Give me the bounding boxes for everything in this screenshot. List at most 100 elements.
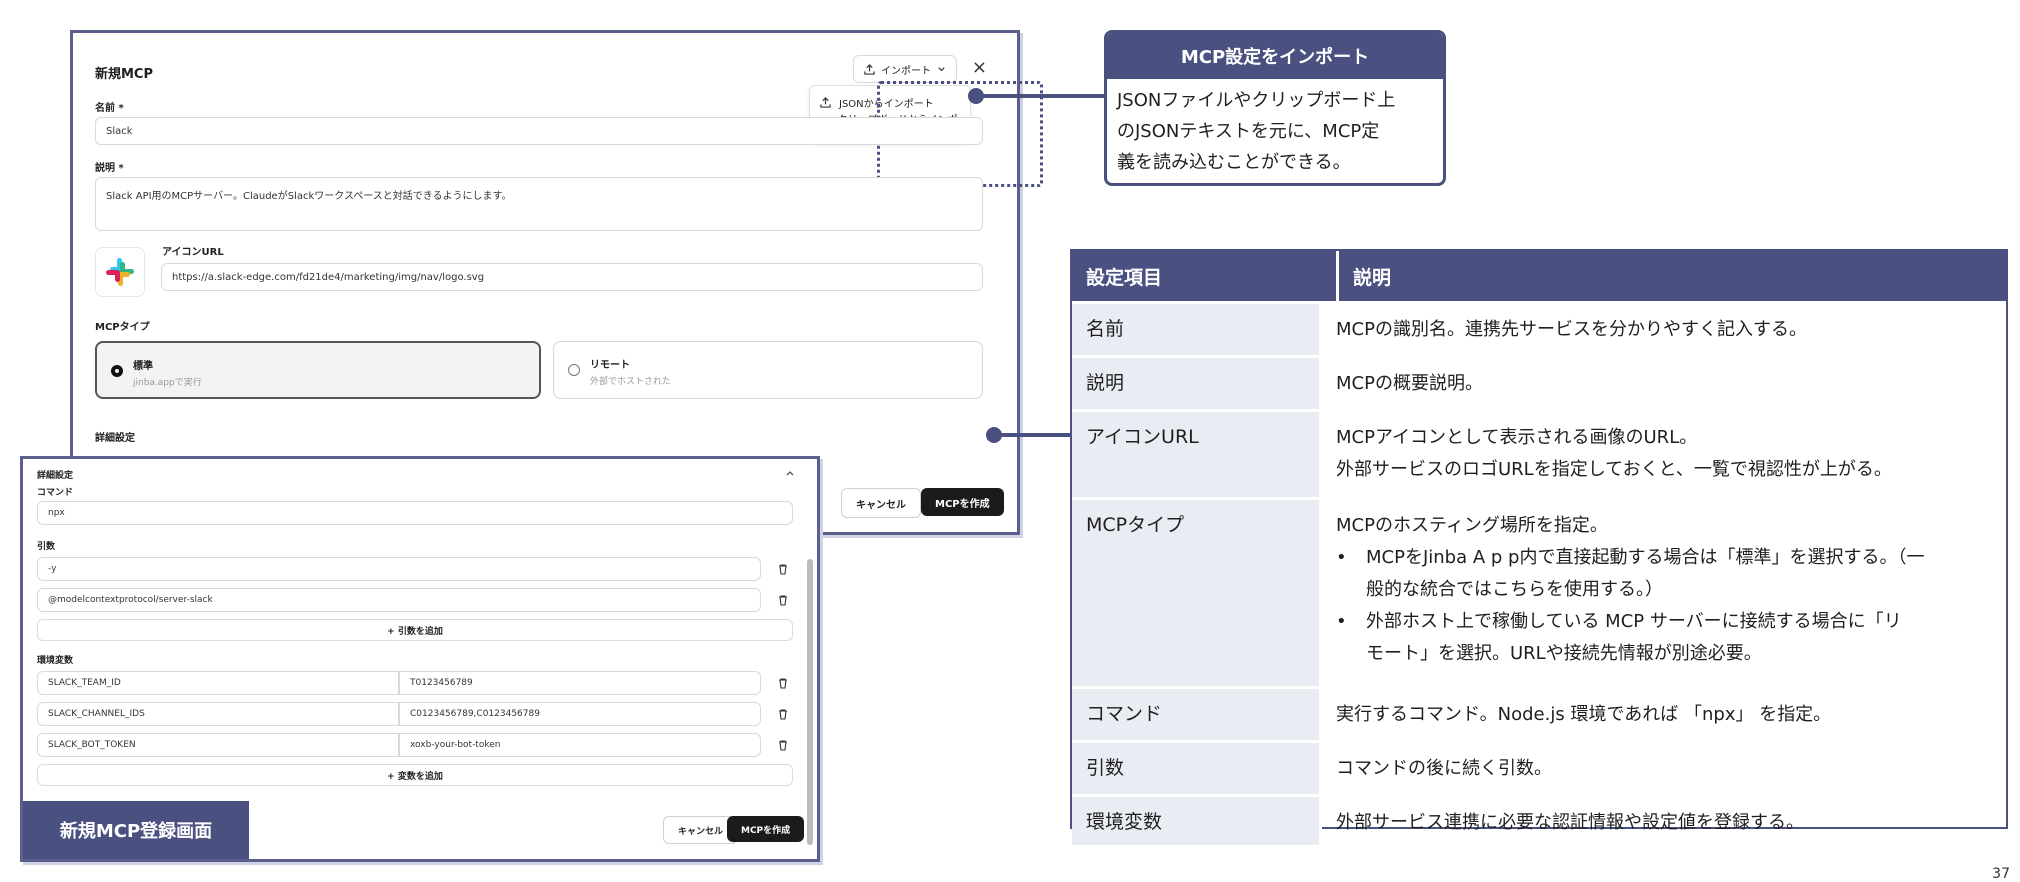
page-number: 37 (1992, 866, 2010, 882)
mcp-type-remote-sub: 外部でホストされた (590, 377, 672, 387)
env-value-input[interactable]: T0123456789 (399, 671, 761, 695)
scrollbar[interactable] (807, 559, 813, 845)
row-desc: MCPの識別名。連携先サービスを分かりやすく記入する。 (1336, 319, 1807, 340)
trash-icon[interactable] (777, 708, 789, 720)
trash-icon[interactable] (777, 594, 789, 606)
create-mcp-button[interactable]: MCPを作成 (921, 488, 1004, 516)
radio-selected (111, 365, 123, 377)
import-callout: MCP設定をインポート JSONファイルやクリップボード上 のJSONテキストを… (1104, 30, 1446, 186)
screen-caption: 新規MCP登録画面 (23, 801, 249, 859)
callout-line: のJSONテキストを元に、MCP定 (1117, 121, 1380, 142)
icon-url-label: アイコンURL (162, 247, 224, 258)
settings-table: 設定項目 説明 名前 MCPの識別名。連携先サービスを分かりやすく記入する。 説… (1070, 249, 2008, 845)
mcp-type-label: MCPタイプ (95, 322, 150, 333)
callout-body: JSONファイルやクリップボード上 のJSONテキストを元に、MCP定 義を読み… (1107, 79, 1443, 183)
upload-icon (864, 63, 875, 75)
create-mcp-button[interactable]: MCPを作成 (727, 816, 805, 842)
bullet-mark: • (1336, 547, 1347, 568)
table-connector-line (994, 433, 1070, 437)
upload-icon (820, 96, 831, 108)
arg-input[interactable]: -y (37, 557, 761, 581)
icon-url-input[interactable]: https://a.slack-edge.com/fd21de4/marketi… (161, 263, 983, 291)
mcp-type-standard-sub: jinba.appで実行 (133, 378, 202, 388)
add-arg-button[interactable]: + 引数を追加 (37, 619, 793, 641)
env-label: 環境変数 (37, 656, 74, 666)
callout-connector-dot (968, 88, 984, 104)
row-item: MCPタイプ (1072, 500, 1322, 686)
callout-line: JSONファイルやクリップボード上 (1117, 90, 1396, 111)
trash-icon[interactable] (777, 739, 789, 751)
description-label: 説明 * (95, 163, 124, 174)
callout-title: MCP設定をインポート (1107, 33, 1443, 79)
row-item: 環境変数 (1072, 797, 1322, 845)
trash-icon[interactable] (777, 563, 789, 575)
slack-logo (95, 247, 145, 297)
row-item: 名前 (1072, 304, 1322, 355)
row-desc: コマンドの後に続く引数。 (1336, 758, 1552, 779)
row-desc-line: 外部サービスのロゴURLを指定しておくと、一覧で視認性が上がる。 (1336, 459, 1892, 480)
env-value-input[interactable]: C0123456789,C0123456789 (399, 702, 761, 726)
arg-input[interactable]: @modelcontextprotocol/server-slack (37, 588, 761, 612)
env-key-input[interactable]: SLACK_CHANNEL_IDS (37, 702, 399, 726)
advanced-title: 詳細設定 (37, 471, 74, 481)
cancel-button[interactable]: キャンセル (841, 488, 921, 518)
row-item: アイコンURL (1072, 412, 1322, 497)
description-textarea[interactable]: Slack API用のMCPサーバー。ClaudeがSlackワークスペースと対… (95, 177, 983, 231)
trash-icon[interactable] (777, 677, 789, 689)
row-desc-line: MCPのホスティング場所を指定。 (1336, 515, 1608, 536)
row-desc: MCPのホスティング場所を指定。 • MCPをJinba A p p内で直接起動… (1322, 500, 2006, 686)
row-item: 引数 (1072, 743, 1322, 794)
env-key-input[interactable]: SLACK_TEAM_ID (37, 671, 399, 695)
command-label: コマンド (37, 488, 74, 498)
callout-connector-line (977, 94, 1104, 98)
chevron-up-icon[interactable] (785, 468, 795, 478)
header-item: 設定項目 (1072, 251, 1339, 301)
bullet-item: • 外部ホスト上で稼働している MCP サーバーに接続する場合に「リ モート」を… (1336, 606, 1992, 670)
table-row: アイコンURL MCPアイコンとして表示される画像のURL。 外部サービスのロゴ… (1072, 409, 2006, 497)
table-connector-dot (986, 427, 1002, 443)
close-icon[interactable]: × (972, 57, 987, 78)
advanced-settings-panel: 詳細設定 コマンド npx 引数 -y @modelcontextprotoco… (20, 456, 820, 862)
mcp-type-standard[interactable]: 標準 jinba.appで実行 (95, 341, 541, 399)
mcp-type-remote-label: リモート (590, 360, 630, 371)
row-desc: 外部サービス連携に必要な認証情報や設定値を登録する。 (1336, 812, 1804, 833)
name-input[interactable]: Slack (95, 117, 818, 145)
row-desc: MCPの概要説明。 (1336, 373, 1483, 394)
table-row: 環境変数 外部サービス連携に必要な認証情報や設定値を登録する。 (1072, 794, 2006, 845)
name-input-end (808, 117, 983, 145)
advanced-settings-label[interactable]: 詳細設定 (95, 429, 135, 444)
table-row: 説明 MCPの概要説明。 (1072, 355, 2006, 409)
import-button-label: インポート (881, 65, 931, 77)
bullet-line: 外部ホスト上で稼働している MCP サーバーに接続する場合に「リ (1366, 611, 1902, 632)
command-input[interactable]: npx (37, 501, 793, 525)
bullet-mark: • (1336, 611, 1347, 632)
env-value-input[interactable]: xoxb-your-bot-token (399, 733, 761, 757)
callout-line: 義を読み込むことができる。 (1117, 152, 1351, 173)
add-env-button[interactable]: + 変数を追加 (37, 764, 793, 786)
bullet-line: MCPをJinba A p p内で直接起動する場合は「標準」を選択する。（一 (1366, 547, 1925, 568)
import-button[interactable]: インポート (853, 55, 957, 83)
row-desc-line: MCPアイコンとして表示される画像のURL。 (1336, 427, 1698, 448)
env-key-input[interactable]: SLACK_BOT_TOKEN (37, 733, 399, 757)
bullet-item: • MCPをJinba A p p内で直接起動する場合は「標準」を選択する。（一… (1336, 542, 1992, 606)
radio-unselected (568, 364, 580, 376)
row-item: 説明 (1072, 358, 1322, 409)
chevron-down-icon (938, 66, 945, 71)
args-label: 引数 (37, 542, 56, 552)
table-row: 引数 コマンドの後に続く引数。 (1072, 740, 2006, 794)
table-row: MCPタイプ MCPのホスティング場所を指定。 • MCPをJinba A p … (1072, 497, 2006, 686)
table-row: コマンド 実行するコマンド。Node.js 環境であれば 「npx」 を指定。 (1072, 686, 2006, 740)
row-desc: 実行するコマンド。Node.js 環境であれば 「npx」 を指定。 (1336, 704, 1832, 725)
mcp-type-remote[interactable]: リモート 外部でホストされた (553, 341, 983, 399)
dialog-title: 新規MCP (95, 67, 154, 82)
table-header: 設定項目 説明 (1072, 251, 2006, 301)
row-desc: MCPアイコンとして表示される画像のURL。 外部サービスのロゴURLを指定して… (1322, 412, 2006, 497)
slack-icon (106, 258, 134, 286)
mcp-type-standard-label: 標準 (133, 361, 153, 372)
bullet-line: モート」を選択。URLや接続先情報が別途必要。 (1366, 643, 1762, 664)
row-item: コマンド (1072, 689, 1322, 740)
bullet-line: 般的な統合ではこちらを使用する。） (1366, 579, 1663, 600)
header-desc: 説明 (1353, 266, 1392, 289)
table-row: 名前 MCPの識別名。連携先サービスを分かりやすく記入する。 (1072, 301, 2006, 355)
name-label: 名前 * (95, 103, 124, 114)
